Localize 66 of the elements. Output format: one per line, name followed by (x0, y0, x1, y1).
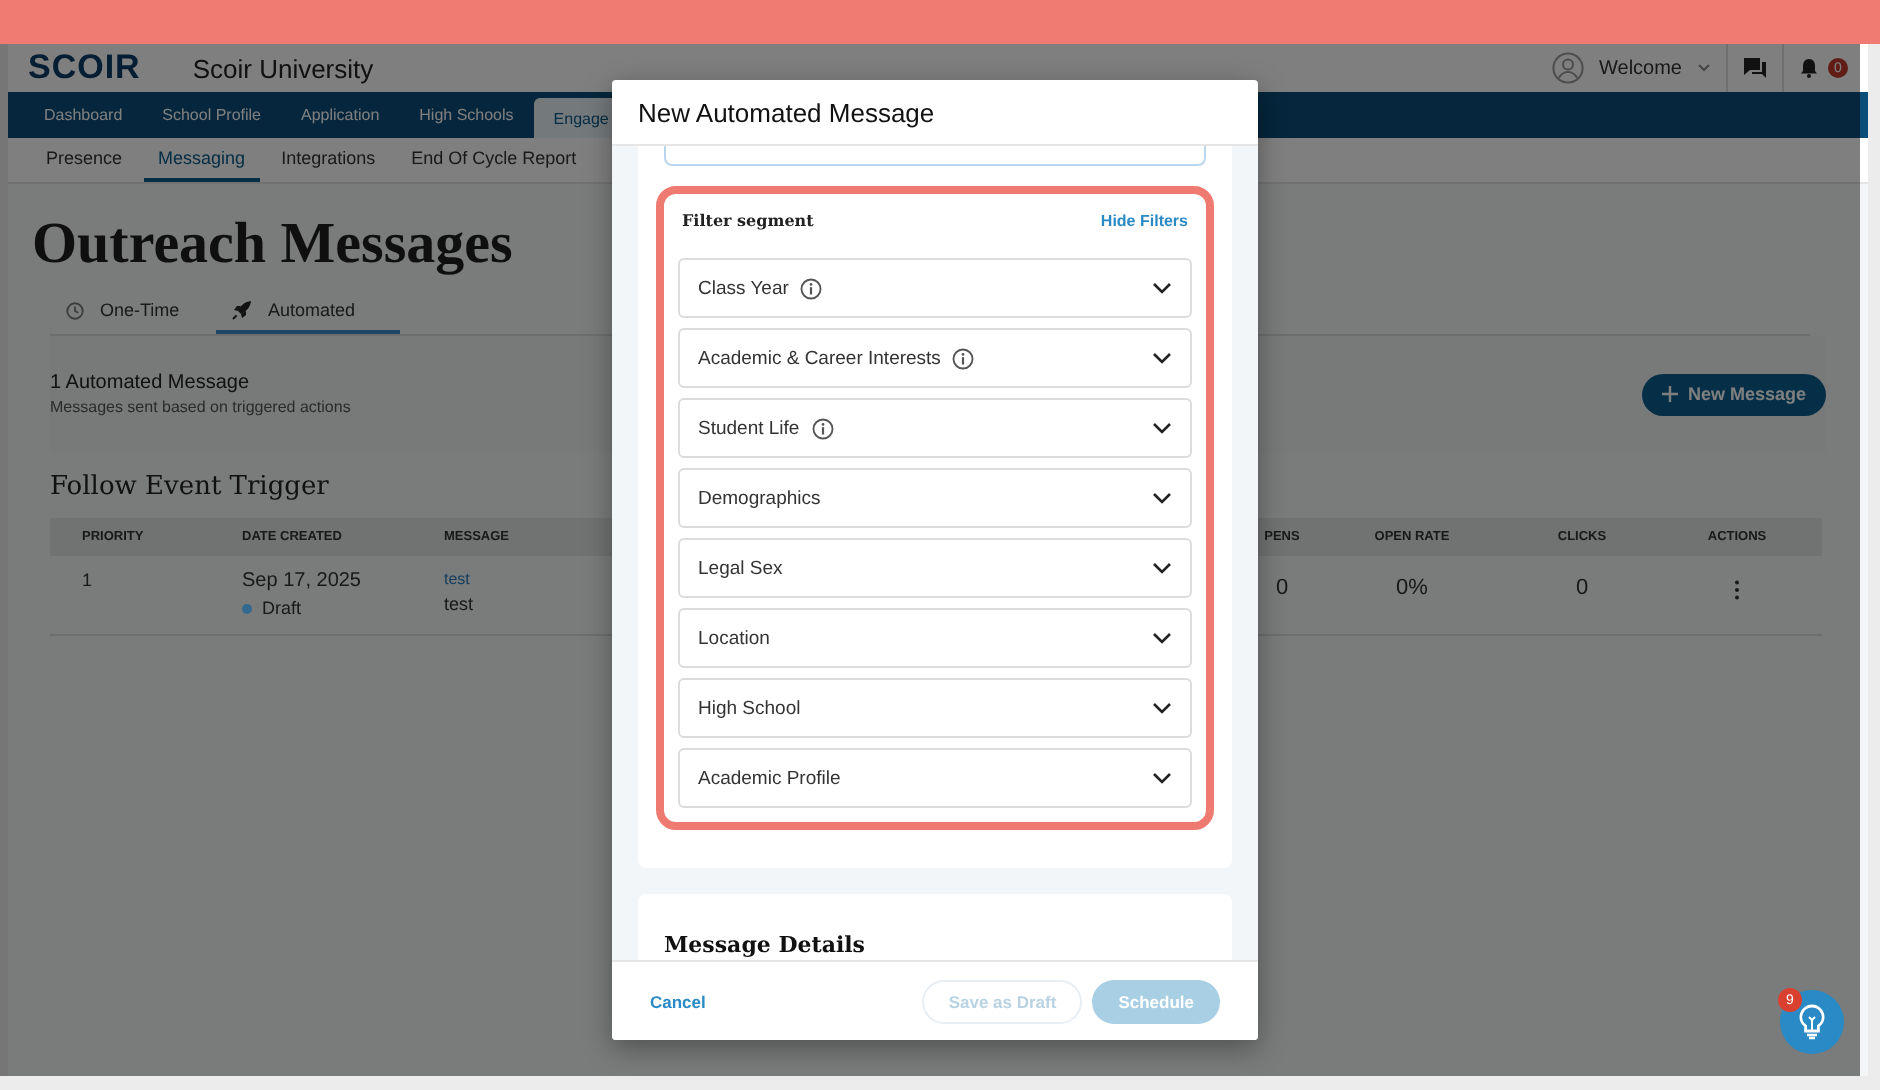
date-cell-text: Sep 17, 2025 (242, 570, 363, 592)
nav-tab[interactable]: Application (281, 92, 400, 138)
clock-icon (66, 301, 84, 319)
filter-accordion[interactable]: Class Year (678, 258, 1192, 318)
priority-cell-text: 1 (80, 570, 95, 590)
filter-accordion[interactable]: Student Life (678, 398, 1192, 458)
filter-label: Academic Profile (698, 767, 841, 789)
message-details-title: Message Details (664, 932, 866, 958)
message-text: test (444, 594, 476, 614)
more-options-icon[interactable] (1734, 580, 1740, 600)
clicks-cell-text: 0 (1573, 574, 1591, 600)
chevron-down-icon (1152, 282, 1172, 294)
filter-accordion[interactable]: Academic & Career Interests (678, 328, 1192, 388)
rocket-icon (232, 300, 252, 320)
filter-label: Academic & Career Interests (698, 347, 941, 369)
info-icon (952, 347, 975, 369)
lightbulb-icon (1796, 1004, 1828, 1040)
logo[interactable]: SCOIR (28, 48, 141, 88)
message-link[interactable]: test (444, 570, 604, 588)
hide-filters-link[interactable]: Hide Filters (1100, 211, 1188, 229)
new-message-button[interactable]: New Message (1642, 373, 1826, 415)
sub-nav-tab[interactable]: Messaging (144, 138, 260, 182)
chevron-down-icon (1152, 352, 1172, 364)
filter-label: Class Year (698, 277, 789, 299)
page-title: Outreach Messages (32, 212, 513, 278)
info-icon (800, 277, 823, 299)
plus-icon (1661, 386, 1678, 402)
filter-label: Demographics (698, 487, 821, 509)
message-type-tab[interactable]: One-Time (50, 290, 216, 334)
chevron-down-icon (1152, 702, 1172, 714)
summary-subtitle: Messages sent based on triggered actions (50, 398, 351, 416)
filter-label: Student Life (698, 417, 800, 439)
org-name: Scoir University (192, 53, 374, 83)
chevron-down-icon (1152, 772, 1172, 784)
filter-label: High School (698, 697, 801, 719)
filter-label: Location (698, 627, 770, 649)
status-label: Draft (262, 598, 302, 618)
chevron-down-icon (1152, 562, 1172, 574)
cancel-link[interactable]: Cancel (650, 991, 706, 1011)
filter-accordion[interactable]: High School (678, 678, 1192, 738)
info-icon (811, 417, 834, 439)
sub-nav-tab[interactable]: Presence (32, 138, 137, 182)
filter-accordion[interactable]: Legal Sex (678, 538, 1192, 598)
nav-tab[interactable]: Dashboard (24, 92, 143, 138)
nav-tab[interactable]: High Schools (399, 92, 534, 138)
welcome-menu[interactable]: Welcome (1599, 57, 1682, 79)
sub-nav-tab[interactable]: Integrations (267, 138, 390, 182)
filter-accordion[interactable]: Location (678, 608, 1192, 668)
section-title: Follow Event Trigger (50, 472, 329, 502)
chevron-down-icon (1152, 422, 1172, 434)
chevron-down-icon (1152, 492, 1172, 504)
caret-icon (1698, 64, 1710, 72)
chat-icon[interactable] (1744, 58, 1766, 78)
text-field[interactable] (664, 146, 1206, 166)
nav-tab[interactable]: School Profile (142, 92, 281, 138)
filter-label: Legal Sex (698, 557, 783, 579)
filter-title: Filter segment (682, 210, 814, 230)
filter-accordion[interactable]: Demographics (678, 468, 1192, 528)
bell-icon[interactable] (1800, 58, 1818, 78)
chevron-down-icon (1152, 632, 1172, 644)
opens-cell-text: 0 (1273, 574, 1291, 600)
modal-title: New Automated Message (638, 97, 935, 127)
filter-accordion[interactable]: Academic Profile (678, 748, 1192, 808)
summary-title: 1 Automated Message (50, 372, 252, 394)
sub-nav-tab[interactable]: End Of Cycle Report (397, 138, 591, 182)
open-rate-cell-text: 0% (1394, 574, 1430, 600)
